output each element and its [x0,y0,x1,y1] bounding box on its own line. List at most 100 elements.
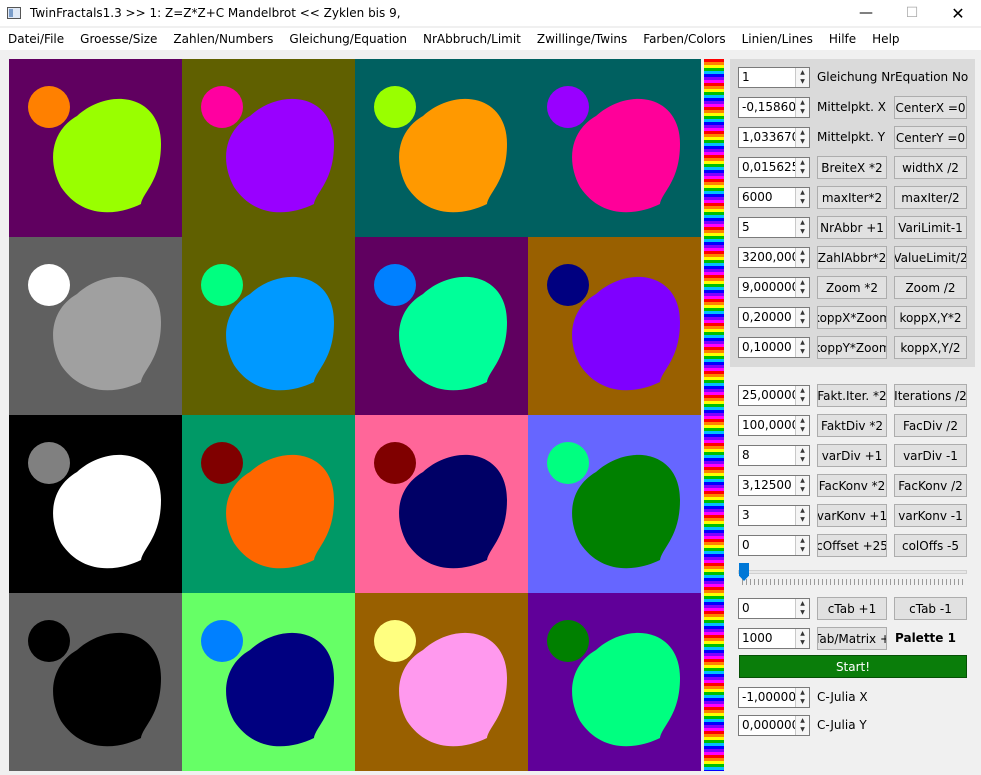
fractal-tile[interactable] [9,59,182,237]
menu-item[interactable]: Help [864,32,907,46]
arrow-up-icon[interactable]: ▲ [796,338,809,347]
spinbox-value[interactable]: 1,0336700 [742,130,795,144]
spinbox-value[interactable]: 3 [742,508,795,522]
spinbox-value[interactable]: 9,0000000 [742,280,795,294]
arrow-up-icon[interactable]: ▲ [796,68,809,77]
fractal-tile[interactable] [355,237,528,415]
parameter-button[interactable]: Tab/Matrix + [817,627,887,650]
value-spinbox[interactable]: 25,00000 ▲ ▼ [738,385,810,406]
menu-item[interactable]: Linien/Lines [734,32,821,46]
spinbox-value[interactable]: 100,00000 [742,418,795,432]
parameter-button[interactable]: NrAbbr +1 [817,216,887,239]
arrow-up-icon[interactable]: ▲ [796,599,809,608]
parameter-button[interactable]: varKonv +1 [817,504,887,527]
spinbox-arrows[interactable]: ▲ ▼ [795,536,809,555]
value-spinbox[interactable]: -1,000000(▲▼ [738,687,810,708]
fractal-tile[interactable] [182,237,355,415]
parameter-button[interactable]: ValueLimit/2 [894,246,967,269]
parameter-button[interactable]: maxIter/2 [894,186,967,209]
spinbox-value[interactable]: 3200,0000 [742,250,795,264]
arrow-down-icon[interactable]: ▼ [796,227,809,236]
arrow-down-icon[interactable]: ▼ [796,395,809,404]
arrow-down-icon[interactable]: ▼ [796,515,809,524]
parameter-button[interactable]: koppX,Y*2 [894,306,967,329]
spinbox-value[interactable]: 25,00000 [742,388,795,402]
arrow-down-icon[interactable]: ▼ [796,485,809,494]
arrow-up-icon[interactable]: ▲ [796,386,809,395]
menu-item[interactable]: Zahlen/Numbers [165,32,281,46]
arrow-up-icon[interactable]: ▲ [796,278,809,287]
parameter-button[interactable]: koppX,Y/2 [894,336,967,359]
color-offset-slider[interactable] [738,561,967,587]
fractal-tile[interactable] [9,415,182,593]
fractal-tile[interactable] [528,59,701,237]
fractal-tile[interactable] [528,415,701,593]
spinbox-value[interactable]: 0,10000 [742,340,795,354]
value-spinbox[interactable]: 100,00000▲▼ [738,415,810,436]
value-spinbox[interactable]: 1,0336700▲▼ [738,127,810,148]
spinbox-arrows[interactable]: ▲ ▼ [795,716,809,735]
spinbox-arrows[interactable]: ▲ ▼ [795,446,809,465]
spinbox-arrows[interactable]: ▲ ▼ [795,338,809,357]
spinbox-arrows[interactable]: ▲ ▼ [795,386,809,405]
value-spinbox[interactable]: 3 ▲ ▼ [738,505,810,526]
arrow-down-icon[interactable]: ▼ [796,347,809,356]
parameter-button[interactable]: widthX /2 [894,156,967,179]
arrow-up-icon[interactable]: ▲ [796,716,809,725]
value-spinbox[interactable]: 9,0000000▲▼ [738,277,810,298]
value-spinbox[interactable]: 0 ▲ ▼ [738,535,810,556]
arrow-down-icon[interactable]: ▼ [796,638,809,647]
fractal-tile[interactable] [355,593,528,771]
parameter-button[interactable]: Zoom *2 [817,276,887,299]
arrow-down-icon[interactable]: ▼ [796,725,809,734]
parameter-button[interactable]: FacKonv *2 [817,474,887,497]
menu-item[interactable]: Gleichung/Equation [281,32,415,46]
value-spinbox[interactable]: 1 ▲ ▼ [738,67,810,88]
spinbox-arrows[interactable]: ▲ ▼ [795,506,809,525]
spinbox-arrows[interactable]: ▲ ▼ [795,688,809,707]
spinbox-value[interactable]: 1 [742,70,795,84]
value-spinbox[interactable]: 5 ▲ ▼ [738,217,810,238]
value-spinbox[interactable]: 0,0156250▲▼ [738,157,810,178]
arrow-down-icon[interactable]: ▼ [796,455,809,464]
value-spinbox[interactable]: -0,158602(▲▼ [738,97,810,118]
fractal-tile[interactable] [182,593,355,771]
parameter-button[interactable]: cOffset +25 [817,534,887,557]
parameter-button[interactable]: FacKonv /2 [894,474,967,497]
parameter-button[interactable]: FaktDiv *2 [817,414,887,437]
arrow-down-icon[interactable]: ▼ [796,287,809,296]
start-button[interactable]: Start! [739,655,967,678]
spinbox-arrows[interactable]: ▲ ▼ [795,158,809,177]
arrow-up-icon[interactable]: ▲ [796,536,809,545]
arrow-down-icon[interactable]: ▼ [796,107,809,116]
spinbox-value[interactable]: 0,0156250 [742,160,795,174]
spinbox-value[interactable]: 5 [742,220,795,234]
value-spinbox[interactable]: 8 ▲ ▼ [738,445,810,466]
spinbox-arrows[interactable]: ▲ ▼ [795,599,809,618]
arrow-up-icon[interactable]: ▲ [796,218,809,227]
parameter-button[interactable]: ZahlAbbr*2 [817,246,887,269]
menu-item[interactable]: Groesse/Size [72,32,165,46]
arrow-down-icon[interactable]: ▼ [796,425,809,434]
maximize-button[interactable]: ☐ [889,0,935,26]
value-spinbox[interactable]: 0 ▲ ▼ [738,598,810,619]
spinbox-value[interactable]: 6000 [742,190,795,204]
arrow-down-icon[interactable]: ▼ [796,697,809,706]
fractal-tile[interactable] [528,593,701,771]
parameter-button[interactable]: Zoom /2 [894,276,967,299]
spinbox-value[interactable]: 3,12500 [742,478,795,492]
menu-item[interactable]: NrAbbruch/Limit [415,32,529,46]
arrow-down-icon[interactable]: ▼ [796,257,809,266]
menu-item[interactable]: Zwillinge/Twins [529,32,635,46]
arrow-up-icon[interactable]: ▲ [796,629,809,638]
fractal-tile[interactable] [182,59,355,237]
fractal-tile[interactable] [355,59,528,237]
parameter-button[interactable]: cTab +1 [817,597,887,620]
fractal-grid[interactable] [9,59,701,771]
minimize-button[interactable]: — [843,0,889,26]
value-spinbox[interactable]: 6000 ▲ ▼ [738,187,810,208]
spinbox-arrows[interactable]: ▲ ▼ [795,416,809,435]
spinbox-value[interactable]: 1000 [742,631,795,645]
arrow-up-icon[interactable]: ▲ [796,308,809,317]
menu-item[interactable]: Hilfe [821,32,864,46]
